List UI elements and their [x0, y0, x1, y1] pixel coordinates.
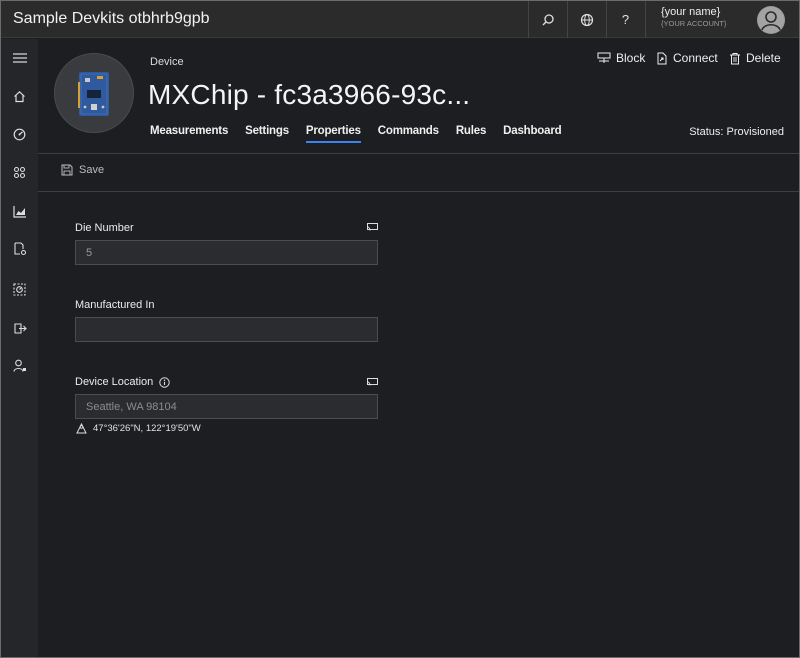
search-button[interactable]: [528, 1, 566, 38]
toolbar-divider: [38, 191, 799, 192]
coordinates-text: 47°36'26"N, 122°19'50"W: [93, 423, 201, 434]
globe-icon: [580, 13, 593, 26]
cloud-sync-icon: [367, 223, 378, 231]
search-icon: [542, 13, 554, 25]
trash-icon: [730, 52, 740, 64]
die-number-label: Die Number: [75, 222, 134, 234]
user-info[interactable]: {your name} {YOUR ACCOUNT}: [646, 6, 751, 28]
connect-icon: [657, 52, 667, 64]
die-number-input[interactable]: [75, 240, 378, 265]
nav-analytics[interactable]: [1, 199, 38, 223]
jobs-icon: [13, 282, 26, 296]
nav-device-templates[interactable]: [1, 160, 38, 184]
delete-button[interactable]: Delete: [729, 50, 781, 66]
tab-measurements[interactable]: Measurements: [150, 125, 228, 143]
device-tabs: Measurements Settings Properties Command…: [150, 125, 578, 143]
tab-rules[interactable]: Rules: [456, 125, 487, 143]
menu-icon: [12, 53, 27, 63]
left-nav: [1, 39, 38, 657]
main-content: Device MXChip - fc3a3966-93c... Block Co…: [38, 39, 799, 657]
status-text: Status: Provisioned: [689, 126, 784, 138]
app-title: Sample Devkits otbhrb9gpb: [13, 10, 210, 27]
manufactured-in-label-text: Manufactured In: [75, 299, 155, 311]
nav-dashboard[interactable]: [1, 122, 38, 146]
manufactured-in-input[interactable]: [75, 317, 378, 342]
tab-commands[interactable]: Commands: [378, 125, 439, 143]
help-button[interactable]: ?: [606, 1, 644, 38]
nav-jobs[interactable]: [1, 277, 38, 301]
device-settings-icon: [13, 242, 26, 256]
location-coordinates: 47°36'26"N, 122°19'50"W: [76, 423, 201, 434]
cloud-sync-icon: [367, 378, 378, 386]
help-icon: ?: [621, 12, 630, 27]
save-label: Save: [79, 164, 105, 176]
manufactured-in-label: Manufactured In: [75, 299, 155, 311]
map-pin-icon: [76, 423, 87, 434]
top-bar: Sample Devkits otbhrb9gpb ? {your name} …: [1, 1, 799, 38]
nav-home[interactable]: [1, 84, 38, 108]
tab-properties[interactable]: Properties: [305, 125, 361, 143]
avatar[interactable]: [757, 6, 785, 34]
device-label: Device: [150, 56, 184, 68]
device-image: [54, 53, 134, 133]
export-icon: [13, 322, 27, 334]
tab-settings[interactable]: Settings: [245, 125, 289, 143]
delete-label: Delete: [746, 51, 781, 65]
apps-grid-icon: [13, 166, 26, 178]
analytics-chart-icon: [12, 205, 26, 218]
admin-user-icon: [12, 359, 26, 372]
language-button[interactable]: [567, 1, 605, 38]
block-icon: [597, 52, 611, 63]
save-button[interactable]: Save: [61, 164, 104, 176]
device-location-label: Device Location: [75, 376, 170, 388]
home-icon: [14, 90, 25, 102]
nav-menu[interactable]: [1, 46, 38, 70]
save-icon: [61, 164, 73, 176]
info-icon[interactable]: [159, 376, 170, 388]
user-avatar-icon: [758, 7, 784, 33]
device-title: MXChip - fc3a3966-93c...: [148, 79, 471, 110]
devkit-board-icon: [78, 72, 109, 116]
nav-device-settings[interactable]: [1, 237, 38, 261]
tab-dashboard[interactable]: Dashboard: [503, 125, 561, 143]
dashboard-gauge-icon: [13, 128, 26, 140]
connect-label: Connect: [673, 51, 718, 65]
header-divider: [38, 153, 799, 154]
connect-button[interactable]: Connect: [656, 50, 718, 66]
device-location-label-text: Device Location: [75, 376, 154, 388]
device-location-input[interactable]: [75, 394, 378, 419]
user-name: {your name}: [661, 6, 721, 18]
nav-export[interactable]: [1, 316, 38, 340]
block-label: Block: [616, 51, 646, 65]
die-number-label-text: Die Number: [75, 222, 134, 234]
nav-administration[interactable]: [1, 354, 38, 378]
user-account: {YOUR ACCOUNT}: [661, 19, 727, 28]
block-button[interactable]: Block: [597, 50, 645, 66]
